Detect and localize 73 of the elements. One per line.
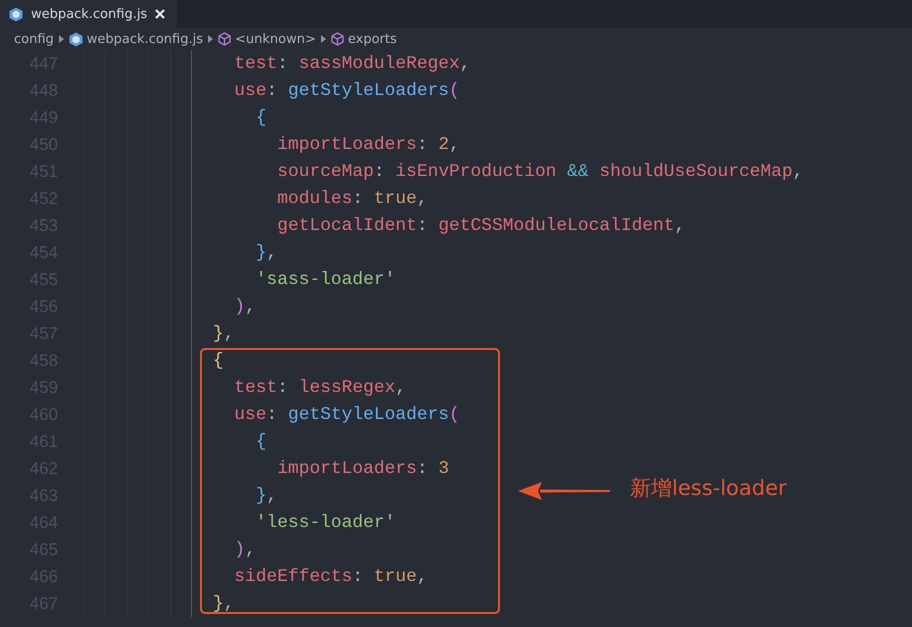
bracket: } [256,486,267,506]
chevron-icon [320,35,326,43]
identifier: getCSSModuleLocalIdent [438,216,675,236]
identifier: getLocalIdent [277,216,417,236]
hexagon-icon [9,6,23,22]
function-name: getStyleLoaders [288,80,450,100]
punctuation: , [416,566,428,586]
punctuation: , [449,134,460,154]
identifier: sourceMap [277,162,374,182]
bracket: ) [234,540,246,560]
identifier: isEnvProduction [395,162,556,182]
breadcrumb-item[interactable]: exports [348,32,397,46]
hexagon-icon [68,32,83,46]
punctuation: , [224,594,234,614]
punctuation: , [245,296,256,316]
identifier: lessRegex [298,378,396,398]
editor-tab[interactable]: webpack.config.js [0,0,178,28]
punctuation: : [277,54,289,74]
bracket: ( [449,404,460,424]
punctuation: : [352,188,364,208]
function-name: getStyleLoaders [288,404,450,424]
punctuation: , [674,216,686,236]
literal-value: true [374,188,417,208]
annotation-label: 新增less-loader [630,475,787,502]
punctuation: , [266,486,278,506]
bracket: } [256,242,267,262]
identifier: test [234,54,278,74]
literal-value: 3 [438,458,450,478]
literal-value: true [374,566,417,586]
punctuation: : [416,216,429,236]
arrow-icon [516,481,612,501]
punctuation: : [374,162,386,182]
identifier: sideEffects [234,566,352,586]
identifier: sassModuleRegex [298,54,460,74]
breadcrumb-item[interactable]: webpack.config.js [86,32,203,46]
bracket: } [212,324,224,344]
punctuation: , [792,162,804,182]
bracket: { [256,432,267,452]
punctuation: : [416,134,429,154]
identifier: importLoaders [277,134,417,154]
punctuation: , [460,54,471,74]
string-literal: 'less-loader' [256,512,396,532]
punctuation: , [224,324,234,344]
punctuation: : [416,458,429,478]
chevron-icon [58,35,64,43]
operator: && [567,162,589,182]
close-icon[interactable] [155,9,166,19]
bracket: ) [234,296,246,316]
bracket: { [256,108,267,128]
punctuation: , [245,540,256,560]
literal-value: 2 [438,134,450,154]
breadcrumb-item[interactable]: config [14,32,54,46]
identifier: importLoaders [277,458,417,478]
breadcrumb-item[interactable]: <unknown> [235,32,316,46]
cube-icon [218,32,231,46]
chevron-icon [208,35,213,43]
bracket: ( [449,80,460,100]
punctuation: : [266,404,278,424]
punctuation: , [416,188,428,208]
identifier: test [234,378,278,398]
punctuation: : [266,80,278,100]
identifier: modules [277,188,352,208]
cube-icon [330,32,344,46]
punctuation: , [395,378,406,398]
identifier: shouldUseSourceMap [599,162,793,182]
punctuation: , [266,242,278,262]
string-literal: 'sass-loader' [256,270,396,290]
bracket: } [212,594,224,614]
bracket: { [212,350,224,370]
identifier: use [234,80,267,100]
punctuation: : [277,378,289,398]
identifier: use [234,404,267,424]
punctuation: : [352,566,364,586]
